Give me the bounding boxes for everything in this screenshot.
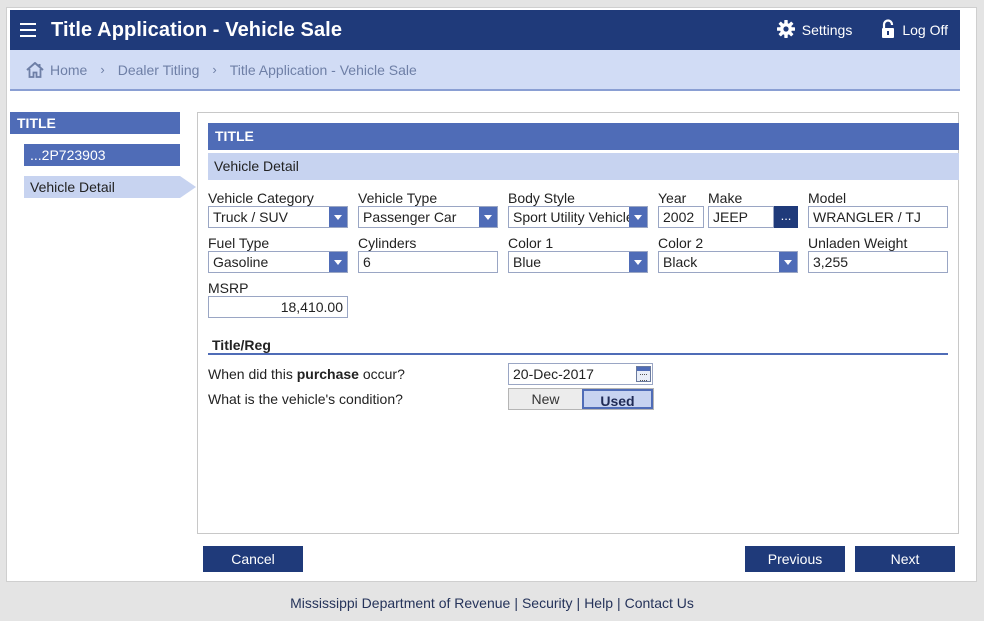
chevron-down-icon bbox=[779, 252, 797, 272]
year-field: Year 2002 bbox=[658, 190, 704, 228]
calendar-icon[interactable] bbox=[636, 366, 651, 382]
cylinders-label: Cylinders bbox=[358, 235, 417, 251]
cylinders-field: Cylinders 6 bbox=[358, 235, 498, 273]
color2-field: Color 2 Black bbox=[658, 235, 798, 273]
vehicle-type-select[interactable]: Passenger Car bbox=[358, 206, 498, 228]
color1-field: Color 1 Blue bbox=[508, 235, 648, 273]
vehicle-category-value: Truck / SUV bbox=[213, 209, 288, 225]
next-button[interactable]: Next bbox=[855, 546, 955, 572]
footer-separator: | bbox=[616, 595, 621, 611]
color2-value: Black bbox=[663, 254, 698, 270]
logoff-button[interactable]: Log Off bbox=[880, 18, 948, 42]
purchase-date-value: 20-Dec-2017 bbox=[513, 366, 594, 382]
condition-question: What is the vehicle's condition? bbox=[208, 391, 403, 407]
title-reg-heading: Title/Reg bbox=[208, 337, 948, 355]
footer-separator: | bbox=[514, 595, 518, 611]
fuel-type-field: Fuel Type Gasoline bbox=[208, 235, 348, 273]
footer-security-link[interactable]: Security bbox=[522, 595, 573, 611]
make-input[interactable]: JEEP bbox=[708, 206, 774, 228]
make-label: Make bbox=[708, 190, 743, 206]
color1-select[interactable]: Blue bbox=[508, 251, 648, 273]
unladen-weight-input[interactable]: 3,255 bbox=[808, 251, 948, 273]
settings-button[interactable]: Settings bbox=[776, 19, 853, 42]
chevron-down-icon bbox=[479, 207, 497, 227]
settings-label: Settings bbox=[801, 22, 853, 38]
msrp-label: MSRP bbox=[208, 280, 249, 296]
vehicle-category-field: Vehicle Category Truck / SUV bbox=[208, 190, 348, 228]
cancel-button[interactable]: Cancel bbox=[203, 546, 303, 572]
chevron-down-icon bbox=[629, 252, 647, 272]
chevron-down-icon bbox=[629, 207, 647, 227]
main-panel: TITLE Vehicle Detail Vehicle Category Tr… bbox=[197, 112, 959, 534]
cylinders-input[interactable]: 6 bbox=[358, 251, 498, 273]
body-style-label: Body Style bbox=[508, 190, 575, 206]
color1-label: Color 1 bbox=[508, 235, 554, 251]
menu-icon[interactable] bbox=[20, 10, 42, 50]
top-actions: Settings Log Off bbox=[776, 10, 960, 50]
purchase-question-bold: purchase bbox=[296, 366, 359, 382]
footer-separator: | bbox=[576, 595, 581, 611]
footer-org: Mississippi Department of Revenue bbox=[290, 595, 511, 611]
body-style-field: Body Style Sport Utility Vehicle bbox=[508, 190, 648, 228]
body-style-value: Sport Utility Vehicle bbox=[513, 209, 634, 225]
vehicle-category-label: Vehicle Category bbox=[208, 190, 314, 206]
vehicle-category-select[interactable]: Truck / SUV bbox=[208, 206, 348, 228]
condition-toggle: New Used bbox=[508, 388, 654, 410]
chevron-right-icon: › bbox=[212, 62, 217, 77]
year-input[interactable]: 2002 bbox=[658, 206, 704, 228]
fuel-type-label: Fuel Type bbox=[208, 235, 270, 251]
color1-value: Blue bbox=[513, 254, 542, 270]
gear-icon bbox=[776, 19, 796, 42]
chevron-right-icon: › bbox=[100, 62, 105, 77]
footer-contact-link[interactable]: Contact Us bbox=[625, 595, 694, 611]
color2-label: Color 2 bbox=[658, 235, 704, 251]
unladen-weight-label: Unladen Weight bbox=[808, 235, 908, 251]
page-title: Title Application - Vehicle Sale bbox=[51, 18, 343, 41]
panel-subheading: Vehicle Detail bbox=[208, 153, 959, 180]
purchase-question: When did this purchase occur? bbox=[208, 366, 405, 382]
model-label: Model bbox=[808, 190, 847, 206]
vehicle-type-value: Passenger Car bbox=[363, 209, 457, 225]
sidebar-item-vin[interactable]: ...2P723903 bbox=[24, 144, 180, 166]
breadcrumb-dealer-titling[interactable]: Dealer Titling bbox=[118, 62, 200, 78]
vehicle-type-field: Vehicle Type Passenger Car bbox=[358, 190, 498, 228]
condition-used-option[interactable]: Used bbox=[582, 389, 653, 409]
purchase-date-input[interactable]: 20-Dec-2017 bbox=[508, 363, 653, 385]
chevron-down-icon bbox=[329, 207, 347, 227]
condition-new-option[interactable]: New bbox=[509, 389, 582, 409]
purchase-question-suffix: occur? bbox=[358, 366, 405, 382]
color2-select[interactable]: Black bbox=[658, 251, 798, 273]
make-field: Make JEEP ... bbox=[708, 190, 798, 228]
previous-button[interactable]: Previous bbox=[745, 546, 845, 572]
logoff-label: Log Off bbox=[902, 22, 948, 38]
footer-help-link[interactable]: Help bbox=[584, 595, 613, 611]
footer: Mississippi Department of Revenue | Securi… bbox=[0, 595, 984, 611]
top-bar: Title Application - Vehicle Sale Setting… bbox=[10, 10, 960, 50]
breadcrumb-current: Title Application - Vehicle Sale bbox=[229, 61, 417, 78]
model-field: Model WRANGLER / TJ bbox=[808, 190, 948, 228]
fuel-type-value: Gasoline bbox=[213, 254, 269, 270]
panel-heading: TITLE bbox=[208, 123, 959, 150]
vehicle-type-label: Vehicle Type bbox=[358, 190, 438, 206]
lock-icon bbox=[880, 18, 896, 42]
breadcrumb-home-label: Home bbox=[50, 61, 88, 78]
msrp-input[interactable]: 18,410.00 bbox=[208, 296, 348, 318]
breadcrumb: Home › Dealer Titling › Title Applicatio… bbox=[10, 50, 960, 91]
home-icon bbox=[26, 61, 44, 78]
sidebar-heading: TITLE bbox=[10, 112, 180, 134]
model-input[interactable]: WRANGLER / TJ bbox=[808, 206, 948, 228]
unladen-weight-field: Unladen Weight 3,255 bbox=[808, 235, 948, 273]
year-label: Year bbox=[658, 190, 687, 206]
body-style-select[interactable]: Sport Utility Vehicle bbox=[508, 206, 648, 228]
sidebar-item-vehicle-detail[interactable]: Vehicle Detail bbox=[24, 176, 196, 198]
make-lookup-button[interactable]: ... bbox=[774, 206, 798, 228]
purchase-question-prefix: When did this bbox=[208, 366, 297, 382]
msrp-field: MSRP 18,410.00 bbox=[208, 280, 348, 318]
breadcrumb-home[interactable]: Home bbox=[26, 61, 88, 78]
chevron-down-icon bbox=[329, 252, 347, 272]
fuel-type-select[interactable]: Gasoline bbox=[208, 251, 348, 273]
